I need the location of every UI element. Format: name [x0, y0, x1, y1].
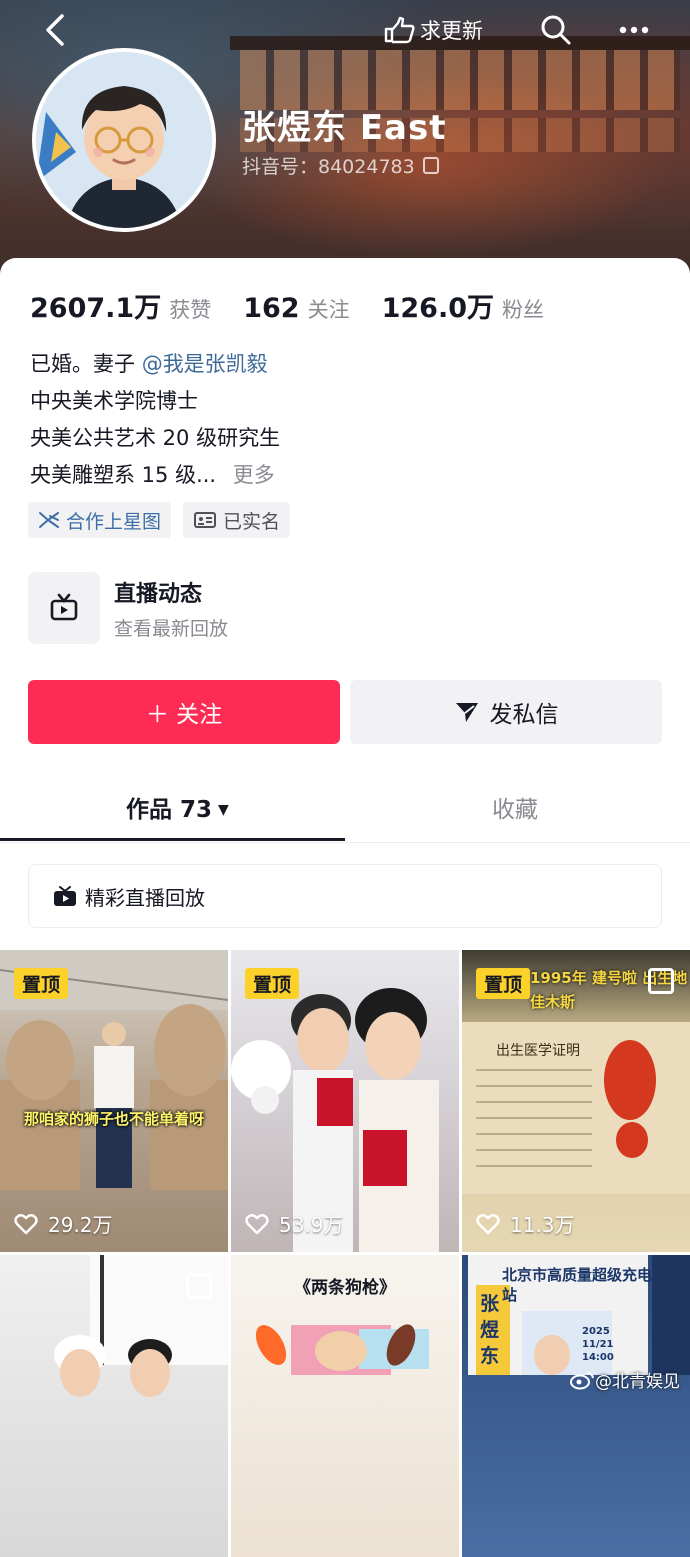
pinned-badge: 置顶 [245, 968, 300, 999]
avatar[interactable] [32, 48, 216, 232]
heart-icon [14, 1213, 38, 1234]
like-count-value: 29.2万 [48, 1213, 113, 1237]
video-tile[interactable]: 置顶 1995年 建号啦 出生地 佳木斯 出生医学证明 11.3万 [462, 950, 690, 1252]
stat-likes-value: 2607.1万 [30, 293, 162, 324]
stat-likes-label: 获赞 [169, 298, 212, 322]
tag-star-map-label: 合作上星图 [66, 510, 162, 533]
poster-side-text: 张煜东 [480, 1293, 500, 1367]
request-update-label: 求更新 [420, 19, 483, 43]
caret-down-icon: ▼ [218, 802, 229, 818]
stat-followers-value: 126.0万 [381, 293, 494, 324]
heart-icon [476, 1213, 500, 1234]
video-tile[interactable]: 置顶 53.9万 [231, 950, 459, 1252]
video-tile[interactable] [0, 1255, 228, 1557]
bio-line-4-text: 央美雕塑系 15 级... [30, 463, 217, 487]
bio: 已婚。妻子 @我是张凯毅 中央美术学院博士 央美公共艺术 20 级研究生 央美雕… [30, 346, 280, 494]
stat-followers-label: 粉丝 [501, 298, 544, 322]
video-overlay-title: 北京市高质量超级充电站 [502, 1266, 653, 1304]
tab-works-label: 作品 73 [126, 797, 213, 823]
watermark-text: @北青娱见 [595, 1372, 680, 1392]
pinned-badge: 置顶 [476, 968, 531, 999]
tv-icon [50, 593, 78, 621]
stat-followers[interactable]: 126.0万 粉丝 [382, 286, 544, 325]
follow-button[interactable]: ＋ 关注 [28, 680, 340, 744]
message-label: 发私信 [489, 702, 559, 728]
weibo-icon [570, 1371, 594, 1389]
poster-date: 2025 11/21 14:00 [582, 1326, 614, 1363]
live-tv-icon [54, 886, 76, 906]
video-tile[interactable]: 置顶 那咱家的狮子也不能单着呀 29.2万 [0, 950, 228, 1252]
content-tabs: 作品 73 ▼ 收藏 [0, 774, 690, 843]
id-card-icon [194, 512, 217, 528]
star-map-icon [39, 512, 59, 528]
like-count: 29.2万 [14, 1209, 113, 1238]
douyin-id[interactable]: 抖音号：84024783 [242, 152, 439, 179]
like-count-value: 53.9万 [279, 1213, 344, 1237]
message-button[interactable]: 发私信 [350, 680, 662, 744]
heart-icon [245, 1213, 269, 1234]
bio-line-3: 央美公共艺术 20 级研究生 [30, 426, 281, 450]
like-count: 53.9万 [245, 1209, 344, 1238]
multi-image-icon [648, 968, 674, 994]
request-update-button[interactable]: 求更新 [382, 14, 483, 46]
thumbnail-couple-portrait [54, 1255, 228, 1397]
more-button[interactable] [618, 14, 650, 52]
watermark: @北青娱见 [569, 1367, 680, 1392]
more-icon [619, 26, 649, 34]
video-overlay-title: 《两条狗枪》 [294, 1278, 396, 1298]
bio-mention-link[interactable]: @我是张凯毅 [142, 352, 268, 376]
live-replay-label: 精彩直播回放 [85, 885, 205, 910]
back-button[interactable] [42, 12, 72, 48]
stat-following[interactable]: 162 关注 [243, 293, 349, 324]
stat-following-label: 关注 [307, 298, 350, 322]
thumbnail-two-dog-guns [255, 1324, 429, 1375]
live-icon-box [28, 572, 100, 644]
tab-active-indicator [0, 838, 345, 841]
pinned-badge: 置顶 [14, 968, 69, 999]
certificate-title: 出生医学证明 [496, 1043, 580, 1059]
live-updates-entry[interactable]: 直播动态 查看最新回放 [28, 572, 428, 644]
tag-star-map[interactable]: 合作上星图 [28, 502, 172, 538]
stat-following-value: 162 [243, 293, 300, 324]
tag-verified-label: 已实名 [223, 510, 281, 533]
video-tile[interactable]: 《两条狗枪》 [231, 1255, 459, 1557]
tab-favorites[interactable]: 收藏 [492, 790, 538, 824]
multi-image-icon [186, 1273, 212, 1299]
search-icon [541, 15, 571, 45]
live-subtitle: 查看最新回放 [114, 618, 229, 640]
douyin-id-text: 抖音号：84024783 [242, 156, 415, 178]
search-button[interactable] [540, 14, 572, 50]
live-replay-banner[interactable]: 精彩直播回放 [28, 864, 662, 928]
video-tile[interactable]: 北京市高质量超级充电站 张煜东 2025 11/21 14:00 [462, 1255, 690, 1557]
tag-verified[interactable]: 已实名 [183, 502, 291, 538]
profile-name: 张煜东 East [242, 108, 447, 148]
live-title: 直播动态 [114, 582, 203, 607]
chevron-left-icon [46, 14, 64, 46]
stats-row: 2607.1万 获赞 162 关注 126.0万 粉丝 [30, 286, 576, 325]
bio-line-1-prefix: 已婚。妻子 [30, 352, 135, 376]
copy-icon[interactable] [422, 157, 439, 174]
tags-row: 合作上星图 已实名 [28, 502, 302, 538]
send-icon [455, 703, 478, 722]
bio-line-4: 央美雕塑系 15 级... 更多 [30, 457, 280, 494]
hand-point-icon [384, 16, 415, 44]
bio-line-1: 已婚。妻子 @我是张凯毅 [30, 346, 280, 383]
bio-line-2: 中央美术学院博士 [30, 389, 198, 413]
like-count: 11.3万 [476, 1209, 575, 1238]
video-caption: 那咱家的狮子也不能单着呀 [23, 1110, 204, 1128]
tab-works[interactable]: 作品 73 ▼ [126, 790, 229, 824]
like-count-value: 11.3万 [510, 1213, 575, 1237]
avatar-illustration [36, 52, 212, 228]
stat-likes[interactable]: 2607.1万 获赞 [30, 286, 211, 325]
bio-more-link[interactable]: 更多 [233, 463, 275, 487]
